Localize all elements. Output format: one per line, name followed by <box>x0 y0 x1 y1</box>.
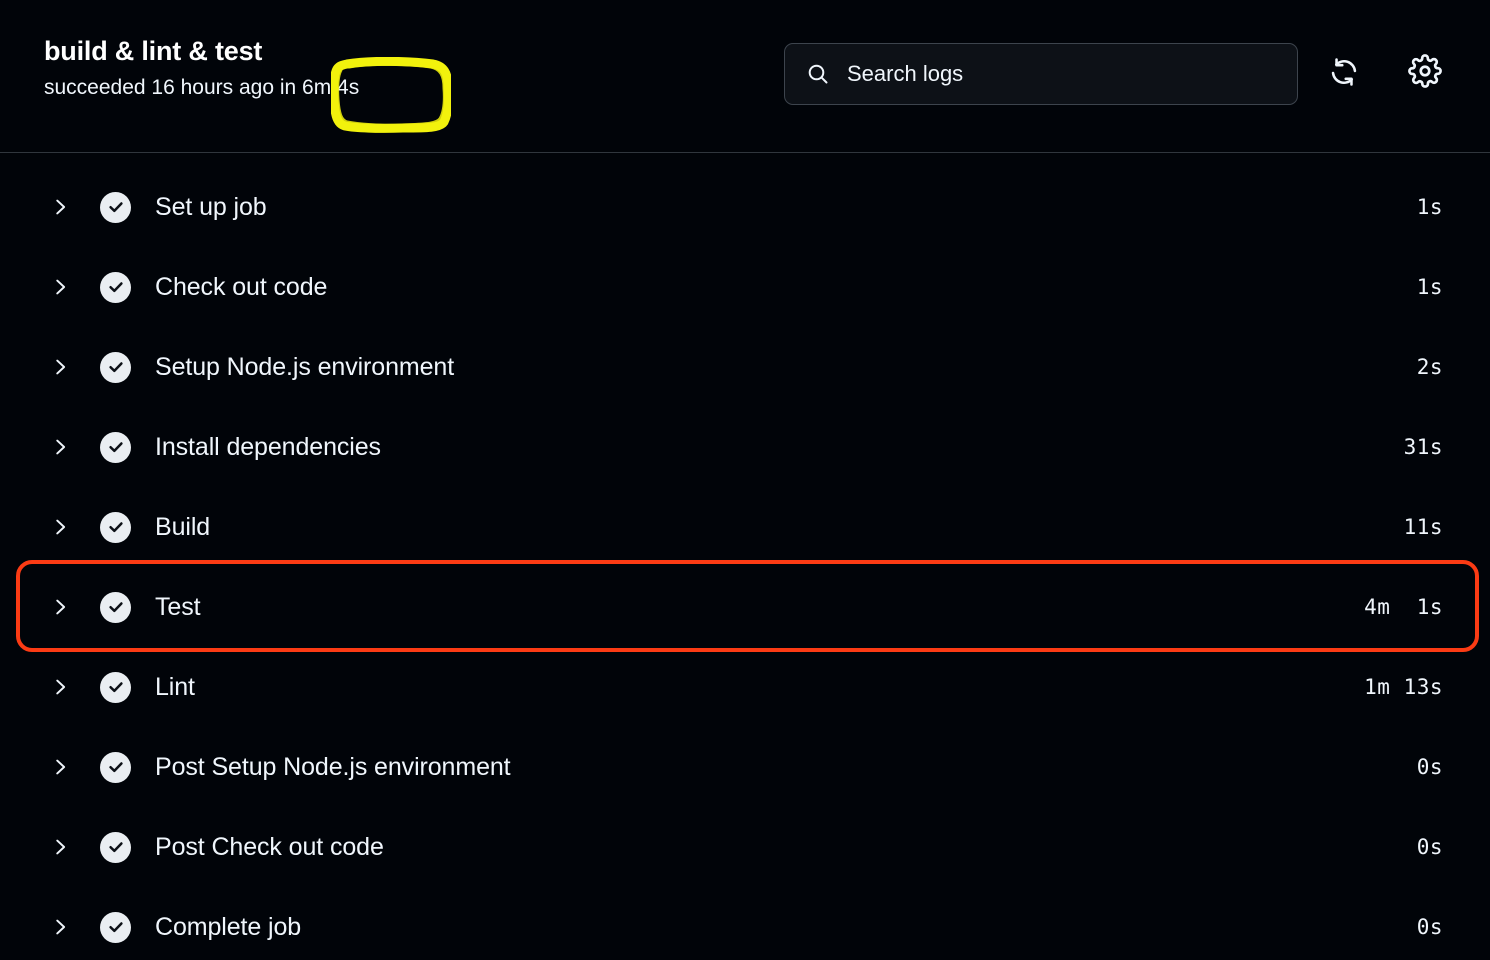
job-header: build & lint & test succeeded 16 hours a… <box>0 0 1490 153</box>
check-circle-icon <box>100 671 131 703</box>
check-circle-icon <box>100 271 131 303</box>
step-duration: 2s <box>1416 355 1443 379</box>
refresh-button[interactable] <box>1322 52 1366 96</box>
step-duration: 0s <box>1416 835 1443 859</box>
step-name: Build <box>155 512 211 541</box>
check-circle-icon <box>100 591 131 623</box>
chevron-right-icon[interactable] <box>45 912 75 942</box>
step-row[interactable]: Build 11s <box>0 487 1490 567</box>
step-duration: 4m 1s <box>1364 595 1443 619</box>
refresh-icon <box>1328 56 1360 93</box>
check-circle-icon <box>100 431 131 463</box>
step-name: Set up job <box>155 192 267 221</box>
check-circle-icon <box>100 191 131 223</box>
chevron-right-icon[interactable] <box>45 512 75 542</box>
step-name: Setup Node.js environment <box>155 352 455 381</box>
step-name: Post Check out code <box>155 832 384 861</box>
gear-icon <box>1408 53 1442 93</box>
step-row[interactable]: Install dependencies 31s <box>0 407 1490 487</box>
chevron-right-icon[interactable] <box>45 592 75 622</box>
step-name: Test <box>155 592 201 621</box>
job-steps-list: Set up job 1s Check out code 1s Setup Node.j… <box>0 154 1490 960</box>
search-input[interactable] <box>847 44 1297 104</box>
step-name: Lint <box>155 672 195 701</box>
step-duration: 11s <box>1403 515 1443 539</box>
check-circle-icon <box>100 351 131 383</box>
step-duration: 0s <box>1416 755 1443 779</box>
job-log-viewer: build & lint & test succeeded 16 hours a… <box>0 0 1490 960</box>
chevron-right-icon[interactable] <box>45 432 75 462</box>
step-row[interactable]: Complete job 0s <box>0 887 1490 960</box>
chevron-right-icon[interactable] <box>45 672 75 702</box>
check-circle-icon <box>100 511 131 543</box>
step-row[interactable]: Check out code 1s <box>0 247 1490 327</box>
chevron-right-icon[interactable] <box>45 192 75 222</box>
check-circle-icon <box>100 751 131 783</box>
step-row[interactable]: Test 4m 1s <box>0 567 1490 647</box>
chevron-right-icon[interactable] <box>45 832 75 862</box>
step-name: Install dependencies <box>155 432 381 461</box>
page-title: build & lint & test <box>44 36 263 66</box>
settings-button[interactable] <box>1403 51 1447 95</box>
step-row[interactable]: Setup Node.js environment 2s <box>0 327 1490 407</box>
step-name: Complete job <box>155 912 302 941</box>
step-duration: 1s <box>1416 275 1443 299</box>
check-circle-icon <box>100 831 131 863</box>
step-duration: 31s <box>1403 435 1443 459</box>
step-row[interactable]: Lint 1m 13s <box>0 647 1490 727</box>
step-name: Check out code <box>155 272 328 301</box>
job-status-summary: succeeded 16 hours ago in 6m 4s <box>44 76 360 99</box>
step-row[interactable]: Post Check out code 0s <box>0 807 1490 887</box>
step-duration: 0s <box>1416 915 1443 939</box>
chevron-right-icon[interactable] <box>45 272 75 302</box>
search-logs-box[interactable] <box>784 43 1298 105</box>
check-circle-icon <box>100 911 131 943</box>
chevron-right-icon[interactable] <box>45 352 75 382</box>
chevron-right-icon[interactable] <box>45 752 75 782</box>
job-header-text: build & lint & test succeeded 16 hours a… <box>44 34 359 101</box>
step-duration: 1m 13s <box>1364 675 1443 699</box>
search-icon <box>805 61 831 87</box>
step-row[interactable]: Post Setup Node.js environment 0s <box>0 727 1490 807</box>
step-name: Post Setup Node.js environment <box>155 752 511 781</box>
step-row[interactable]: Set up job 1s <box>0 167 1490 247</box>
step-duration: 1s <box>1416 195 1443 219</box>
